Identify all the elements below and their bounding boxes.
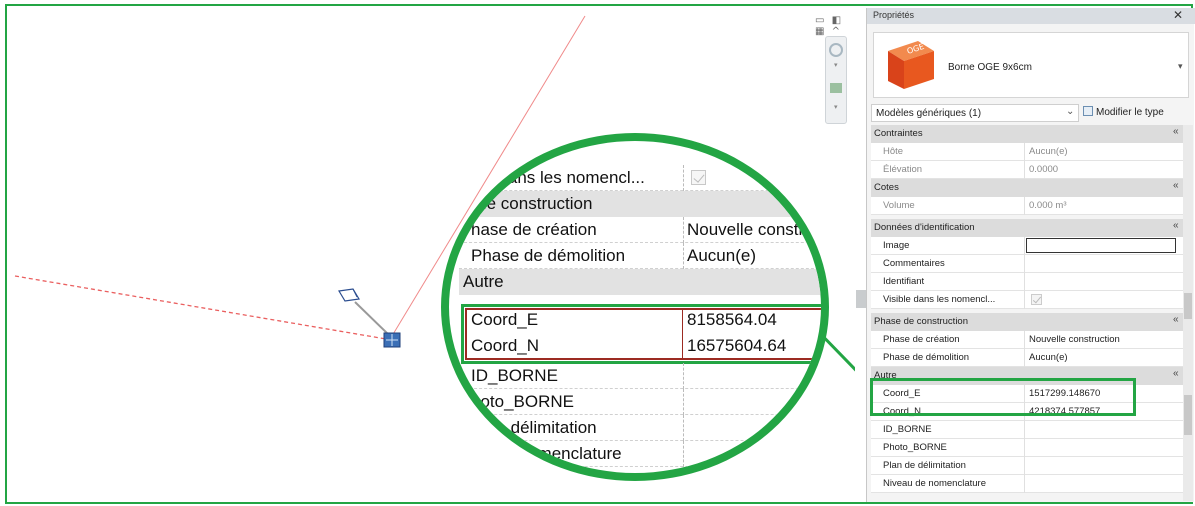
property-row-volume: Volume 0.000 m³ (871, 197, 1183, 215)
chevron-down-icon[interactable]: ▾ (1178, 61, 1183, 72)
properties-panel: Propriétés ✕ OGE Borne OGE 9x6cm ▾ Modèl… (866, 8, 1195, 502)
zoom-category-phasing[interactable]: e de construction (459, 191, 821, 217)
properties-title-bar[interactable]: Propriétés ✕ (867, 8, 1195, 24)
property-row-schedules: Visible dans les nomencl... (871, 291, 1183, 309)
collapse-icon[interactable]: « (1173, 180, 1179, 191)
coord-highlight-box (870, 378, 1136, 416)
type-selector[interactable]: OGE Borne OGE 9x6cm ▾ (873, 32, 1189, 98)
tag-icon (338, 288, 360, 302)
collapse-icon[interactable]: « (1173, 220, 1179, 231)
category-cotes[interactable]: Cotes « (871, 179, 1183, 197)
properties-scrollbar[interactable] (1183, 125, 1193, 501)
property-row-photo-borne: Photo_BORNE (871, 439, 1183, 457)
property-row-image: Image (871, 237, 1183, 255)
collapse-icon[interactable]: « (1173, 368, 1179, 379)
navigation-bar[interactable]: ▾ ▾ (825, 36, 847, 124)
zoom-category-other[interactable]: Autre (459, 269, 821, 295)
chevron-down-icon[interactable]: ▾ (834, 103, 838, 111)
category-phasing[interactable]: Phase de construction « (871, 313, 1183, 331)
view-window-controls[interactable]: ▭ ◧ ▦ ^ (815, 15, 855, 37)
zoom-icon[interactable] (830, 83, 842, 93)
leader-line (354, 301, 391, 337)
image-field[interactable] (1026, 238, 1176, 253)
edit-type-button[interactable]: Modifier le type (1083, 106, 1164, 118)
collapse-icon[interactable]: « (1173, 126, 1179, 137)
filter-row: Modèles génériques (1) ⌄ Modifier le typ… (867, 103, 1195, 123)
property-row-niveau: Niveau de nomenclature (871, 475, 1183, 493)
chevron-down-icon[interactable]: ▾ (834, 61, 838, 69)
property-row-comments: Commentaires (871, 255, 1183, 273)
zoom-row-id-borne: ID_BORNE (459, 363, 821, 389)
zoom-magnifier: ble dans les nomencl... e de constructio… (441, 133, 829, 481)
zoom-row-demolished: Phase de démolition Aucun(e) (459, 243, 821, 269)
panel-title: Propriétés (873, 10, 915, 20)
property-row-demolished: Phase de démolition Aucun(e) (871, 349, 1183, 367)
property-row-host: Hôte Aucun(e) (871, 143, 1183, 161)
zoom-row-photo-borne: hoto_BORNE (459, 389, 821, 415)
category-contraintes[interactable]: Contraintes « (871, 125, 1183, 143)
close-icon[interactable]: ✕ (1173, 8, 1183, 22)
zoom-highlight-box (461, 304, 821, 364)
steering-wheel-icon[interactable] (829, 43, 843, 57)
zoom-row-created: hase de création Nouvelle constr (459, 217, 821, 243)
property-row-plan: Plan de délimitation (871, 457, 1183, 475)
category-identification[interactable]: Données d'identification « (871, 219, 1183, 237)
edit-type-icon (1083, 106, 1093, 116)
survey-marker-element (383, 332, 401, 348)
checkbox-icon[interactable] (1031, 294, 1042, 305)
type-name: Borne OGE 9x6cm (948, 62, 1032, 73)
checkbox-icon[interactable] (691, 170, 706, 185)
reference-line-dashed (14, 275, 393, 341)
property-row-created: Phase de création Nouvelle construction (871, 331, 1183, 349)
zoom-row-plan: de délimitation (459, 415, 821, 441)
property-row-id-borne: ID_BORNE (871, 421, 1183, 439)
zoom-row-schedules: ble dans les nomencl... (459, 165, 821, 191)
chevron-down-icon: ⌄ (1066, 106, 1075, 117)
property-row-mark: Identifiant (871, 273, 1183, 291)
type-thumbnail-icon: OGE (888, 41, 934, 89)
category-filter-select[interactable]: Modèles génériques (1) ⌄ (871, 104, 1079, 122)
collapse-icon[interactable]: « (1173, 314, 1179, 325)
property-row-elevation: Élévation 0.0000 (871, 161, 1183, 179)
zoom-row-niveau: de nomenclature (459, 441, 821, 467)
